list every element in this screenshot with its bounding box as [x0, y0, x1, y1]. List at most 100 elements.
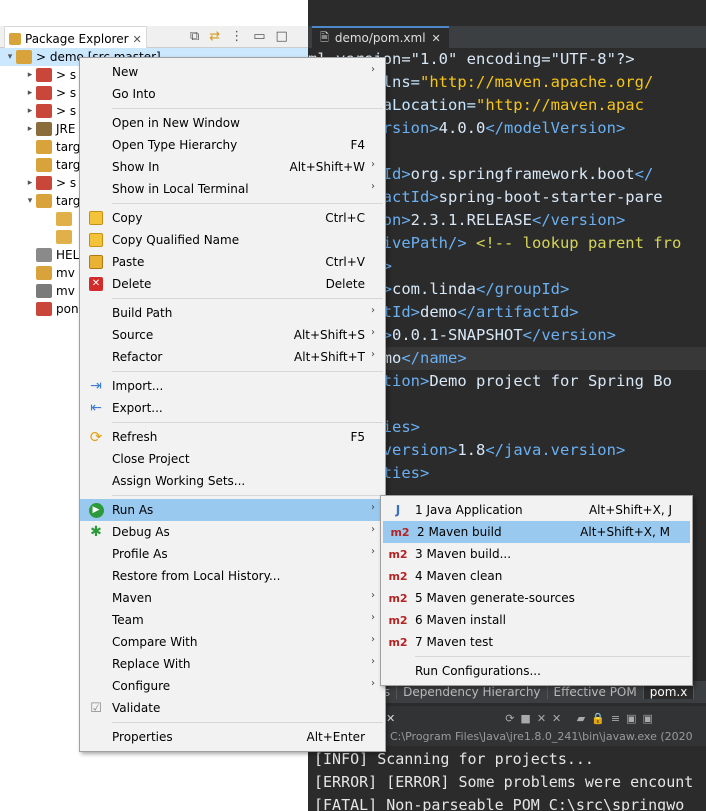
menu-item-shortcut: Ctrl+C	[325, 211, 365, 225]
run-configurations-item[interactable]: Run Configurations...	[381, 660, 692, 682]
close-icon[interactable]: ✕	[432, 32, 441, 45]
menu-item-new[interactable]: New ›	[80, 61, 385, 83]
project-node-icon	[36, 284, 52, 298]
link-with-editor-icon[interactable]: ⇄	[209, 29, 220, 44]
maximize-icon[interactable]: □	[276, 29, 288, 44]
menu-item-maven[interactable]: Maven ›	[80, 587, 385, 609]
menu-item-export[interactable]: ⇤ Export...	[80, 397, 385, 419]
maven-m2-icon: m2	[390, 525, 410, 539]
close-icon[interactable]: ✕	[386, 712, 395, 725]
code-token: org.springframework.boot	[410, 165, 635, 183]
run-as-item-3[interactable]: m2 3 Maven build...	[381, 543, 692, 565]
menu-item-run-as[interactable]: ▶ Run As ›	[80, 499, 385, 521]
expand-arrow-icon[interactable]: ▸	[24, 70, 36, 80]
expand-arrow-icon[interactable]: ▸	[24, 124, 36, 134]
menu-item-label: Build Path	[112, 306, 173, 320]
submenu-arrow-icon: ›	[371, 546, 375, 557]
menu-item-label: Copy	[112, 211, 143, 225]
menu-item-refresh[interactable]: ⟳ Refresh F5	[80, 426, 385, 448]
menu-item-label: Replace With	[112, 657, 191, 671]
menu-item-paste[interactable]: Paste Ctrl+V	[80, 251, 385, 273]
menu-item-source[interactable]: Source Alt+Shift+S ›	[80, 324, 385, 346]
expand-arrow-icon[interactable]: ▾	[4, 52, 16, 62]
context-menu: New › Go Into Open in New Window Open Type H…	[79, 57, 386, 752]
expand-arrow-icon[interactable]: ▸	[24, 106, 36, 116]
run-as-item-label: 7 Maven test	[415, 635, 494, 649]
menu-item-restore-from-local-history[interactable]: Restore from Local History...	[80, 565, 385, 587]
menu-item-properties[interactable]: Properties Alt+Enter	[80, 726, 385, 748]
project-node-icon	[16, 50, 32, 64]
run-as-item-label: 6 Maven install	[415, 613, 506, 627]
code-token: com.linda	[392, 280, 476, 298]
menu-item-import[interactable]: ⇥ Import...	[80, 375, 385, 397]
menu-separator	[112, 203, 383, 204]
menu-item-copy[interactable]: Copy Ctrl+C	[80, 207, 385, 229]
menu-item-build-path[interactable]: Build Path ›	[80, 302, 385, 324]
code-token: 2.3.1.RELEASE	[410, 211, 532, 229]
menu-item-show-in-local-terminal[interactable]: Show in Local Terminal ›	[80, 178, 385, 200]
submenu-arrow-icon: ›	[371, 181, 375, 192]
menu-item-delete[interactable]: ✕ Delete Delete	[80, 273, 385, 295]
menu-item-validate[interactable]: ☑ Validate	[80, 697, 385, 719]
pom-editor-tab[interactable]: Dependency Hierarchy	[397, 685, 548, 699]
menu-item-label: Assign Working Sets...	[112, 474, 246, 488]
tree-item-label: mv	[56, 284, 75, 298]
menu-item-replace-with[interactable]: Replace With ›	[80, 653, 385, 675]
run-as-item-1[interactable]: J 1 Java Application Alt+Shift+X, J	[381, 499, 692, 521]
tab-pom-xml[interactable]: 🗎 demo/pom.xml ✕	[312, 26, 449, 48]
menu-item-open-type-hierarchy[interactable]: Open Type Hierarchy F4	[80, 134, 385, 156]
menu-item-shortcut: F5	[350, 430, 365, 444]
close-icon[interactable]: ✕	[133, 33, 142, 46]
minimize-icon[interactable]: ▭	[253, 29, 265, 44]
expand-arrow-icon[interactable]: ▾	[24, 196, 36, 206]
export-icon: ⇤	[90, 400, 102, 416]
tab-package-explorer[interactable]: Package Explorer ✕	[4, 26, 147, 48]
menu-item-show-in[interactable]: Show In Alt+Shift+W ›	[80, 156, 385, 178]
menu-item-profile-as[interactable]: Profile As ›	[80, 543, 385, 565]
menu-item-label: Refactor	[112, 350, 163, 364]
menu-item-go-into[interactable]: Go Into	[80, 83, 385, 105]
run-as-item-label: 2 Maven build	[417, 525, 502, 539]
tab-label: Package Explorer	[25, 32, 129, 46]
pom-editor-tab[interactable]: pom.x	[643, 685, 695, 699]
expand-arrow-icon[interactable]: ▸	[24, 88, 36, 98]
project-node-icon	[36, 68, 52, 82]
submenu-arrow-icon: ›	[371, 349, 375, 360]
menu-item-team[interactable]: Team ›	[80, 609, 385, 631]
run-as-item-5[interactable]: m2 5 Maven generate-sources	[381, 587, 692, 609]
run-as-item-6[interactable]: m2 6 Maven install	[381, 609, 692, 631]
menu-item-label: Maven	[112, 591, 152, 605]
run-as-item-4[interactable]: m2 4 Maven clean	[381, 565, 692, 587]
tree-item-label: mv	[56, 266, 75, 280]
refresh-icon: ⟳	[89, 428, 103, 446]
debug-icon: ✱	[90, 524, 102, 540]
menu-item-configure[interactable]: Configure ›	[80, 675, 385, 697]
menu-item-refactor[interactable]: Refactor Alt+Shift+T ›	[80, 346, 385, 368]
maven-m2-icon: m2	[388, 569, 408, 583]
project-node-icon	[36, 104, 52, 118]
package-explorer-icon	[9, 33, 21, 45]
menu-item-copy-qualified-name[interactable]: Copy Qualified Name	[80, 229, 385, 251]
code-token: 0.0.1-SNAPSHOT	[392, 326, 523, 344]
menu-item-label: Refresh	[112, 430, 158, 444]
menu-item-debug-as[interactable]: ✱ Debug As ›	[80, 521, 385, 543]
code-token: "http://maven.apache.org/	[420, 73, 654, 91]
view-menu-icon[interactable]: ⋮	[230, 29, 243, 44]
expand-arrow-icon[interactable]: ▸	[24, 178, 36, 188]
run-as-item-2[interactable]: m2 2 Maven build Alt+Shift+X, M	[383, 521, 690, 543]
menu-item-assign-working-sets[interactable]: Assign Working Sets...	[80, 470, 385, 492]
menu-item-shortcut: Alt+Enter	[306, 730, 365, 744]
menu-item-close-project[interactable]: Close Project	[80, 448, 385, 470]
project-node-icon	[36, 194, 52, 208]
code-token: </modelVersion>	[485, 119, 626, 137]
menu-item-open-in-new-window[interactable]: Open in New Window	[80, 112, 385, 134]
paste-icon	[80, 255, 112, 269]
collapse-all-icon[interactable]: ⧉	[190, 29, 199, 44]
tree-item-label: targ	[56, 158, 81, 172]
run-as-item-7[interactable]: m2 7 Maven test	[381, 631, 692, 653]
pom-editor-tab[interactable]: Effective POM	[548, 685, 644, 699]
menu-item-compare-with[interactable]: Compare With ›	[80, 631, 385, 653]
code-token: </artifactId>	[457, 303, 579, 321]
submenu-arrow-icon: ›	[371, 612, 375, 623]
submenu-arrow-icon: ›	[371, 502, 375, 513]
